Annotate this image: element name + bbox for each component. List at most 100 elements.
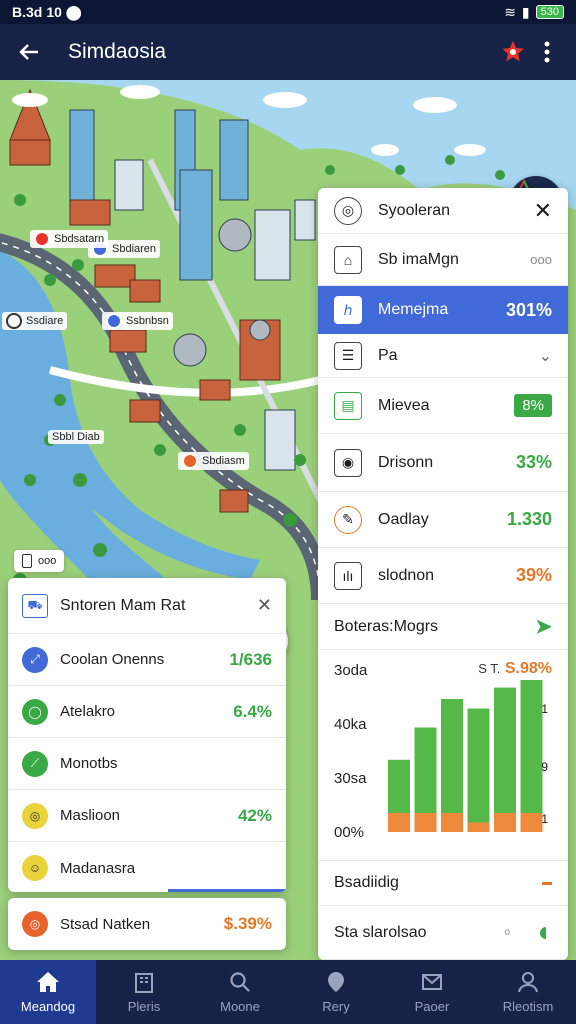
dropdown-row[interactable]: ☰ Pa ⌄ <box>318 334 568 378</box>
list-item-label: Pa <box>378 346 398 364</box>
bar-segment-base <box>388 813 410 832</box>
map-pin-label: Sbdiaren <box>112 243 157 255</box>
bar-right-label: 9 <box>541 760 548 774</box>
map-pin-label: Sbdsatarn <box>54 233 105 245</box>
nav-item-label: Rery <box>322 998 350 1014</box>
list-item-selected[interactable]: ℎ Memejma 301% <box>318 286 568 334</box>
list-item[interactable]: ◉ Drisonn 33% <box>318 434 568 492</box>
status-carrier: 10 <box>46 4 62 20</box>
map-pin-5[interactable]: Sbbl Diab <box>48 430 104 444</box>
list-item[interactable]: ✎ Oadlay 1.330 <box>318 492 568 548</box>
map-pin-label: Sbdiasm <box>202 455 245 467</box>
list-item-label: Memejma <box>378 301 449 318</box>
map-pin-2[interactable]: Ssbnbsn <box>102 312 173 330</box>
bar-segment-top <box>414 727 437 813</box>
bar-segment-top <box>494 687 516 813</box>
list-item[interactable]: Bsadiidig <box>318 860 568 906</box>
list-item[interactable]: ◯ Atelakro 6.4% <box>8 686 286 738</box>
bar-chart: 3oda 40ka 30sa 00% S T. S.98% 1 9 1 <box>318 650 568 860</box>
bar-segment-base <box>520 813 543 832</box>
map-pin-label: Ssdiare <box>26 315 64 327</box>
bar-right-label: 1 <box>541 702 548 716</box>
leaf-icon: ⤢ <box>22 646 48 673</box>
bar-right-label: 1 <box>541 812 548 826</box>
camera-icon: ◉ <box>334 448 362 477</box>
nav-item-map[interactable]: Rery <box>288 960 384 1024</box>
toggle-icon[interactable] <box>540 926 552 939</box>
user-icon <box>518 971 538 992</box>
list-item[interactable]: ılı slodnon 39% <box>318 548 568 604</box>
map-pin-6[interactable]: Sbdsatarn <box>30 230 109 248</box>
nav-item-label: Paoer <box>414 998 450 1014</box>
close-icon[interactable]: ✕ <box>257 595 272 616</box>
favorite-button[interactable] <box>496 35 530 69</box>
bar-segment-top <box>388 759 410 813</box>
status-bar: B.3d 10 ⬤ ≋ ▮ 530 <box>0 0 576 24</box>
list-item[interactable]: ◎ Stsad Natken $.39% <box>8 898 286 950</box>
progress-indicator <box>542 881 552 885</box>
target-icon: ◎ <box>22 911 48 937</box>
document-icon: ▤ <box>334 391 362 420</box>
list-item-label: Sta slarolsao <box>334 923 427 941</box>
list-item[interactable]: ⟋ Monotbs <box>8 738 286 790</box>
map-pin-label: Sbbl Diab <box>52 431 100 443</box>
summary-panel: ⛟ Sntoren Mam Rat ✕ ⤢ Coolan Onenns 1/63… <box>8 578 286 892</box>
list-item[interactable]: Sta slarolsao o <box>318 906 568 960</box>
map-pin-3[interactable]: Ssdiare <box>2 312 68 330</box>
list-item[interactable]: ◎ Maslioon 42% <box>8 790 286 842</box>
cart-icon: ⛟ <box>22 593 48 618</box>
list-item-label: Oadlay <box>378 510 429 528</box>
bar-segment-top <box>520 680 543 813</box>
list-item[interactable]: ☺ Madanasra <box>8 842 286 892</box>
arrow-left-icon <box>19 44 38 60</box>
bar-segment-top <box>441 699 463 813</box>
map-pin-dot <box>182 453 198 469</box>
nav-item-places[interactable]: Pleris <box>96 960 192 1024</box>
nav-item-profile[interactable]: Rleotism <box>480 960 576 1024</box>
list-item-value: ooo <box>530 252 552 267</box>
list-item-value: 8% <box>514 394 552 417</box>
list-item[interactable]: ⤢ Coolan Onenns 1/636 <box>8 634 286 686</box>
list-item-label: Sb imaMgn <box>378 250 459 268</box>
list-item-label: Mievea <box>378 396 430 414</box>
bar-chart-icon: ılı <box>334 561 362 590</box>
nav-item-search[interactable]: Moone <box>192 960 288 1024</box>
nav-item-home[interactable]: Meandog <box>0 960 96 1024</box>
bar-segment-base <box>441 813 463 832</box>
edit-icon: ✎ <box>334 505 362 534</box>
send-icon <box>422 973 442 990</box>
panel-title: Sntoren Mam Rat <box>60 596 186 614</box>
panel-header: ◎ Syooleran ✕ <box>318 188 568 234</box>
close-icon[interactable]: ✕ <box>534 198 552 224</box>
bar-chart-plot <box>388 680 543 832</box>
coin-icon: ◎ <box>22 802 48 829</box>
wifi-icon: ≋ <box>504 3 516 20</box>
nav-item-paper[interactable]: Paoer <box>384 960 480 1024</box>
map-tag[interactable]: ooo <box>14 550 65 572</box>
info-icon: ◎ <box>334 196 362 225</box>
list-item-value: $.39% <box>223 914 272 933</box>
bar-segment-base <box>494 813 516 832</box>
nav-item-label: Moone <box>220 998 260 1014</box>
bottom-navigation: Meandog Pleris Moone Rery Paoer Rleotism <box>0 960 576 1024</box>
more-options-button[interactable] <box>530 35 564 69</box>
leaf-icon: ⟋ <box>22 750 48 777</box>
back-button[interactable] <box>12 35 46 69</box>
details-panel: ◎ Syooleran ✕ ⌂ Sb imaMgn ooo ℎ Memejma … <box>318 188 568 960</box>
list-item-label: Maslioon <box>60 807 121 824</box>
section-header[interactable]: Boteras:Mogrs ➤ <box>318 604 568 650</box>
nav-item-label: Meandog <box>20 998 76 1014</box>
list-item[interactable]: ⌂ Sb imaMgn ooo <box>318 234 568 286</box>
status-time: B.3d <box>12 4 43 20</box>
map-pin-label: Ssbnbsn <box>126 315 169 327</box>
list-item-label: Monotbs <box>60 755 118 772</box>
list-item-value: o <box>504 927 510 938</box>
map-pin-dot <box>6 313 22 329</box>
search-icon <box>230 971 250 992</box>
list-item-value: 301% <box>505 299 552 320</box>
list-icon: ☰ <box>334 341 362 370</box>
fast-forward-icon: ➤ <box>535 616 552 638</box>
list-item-label: Madanasra <box>60 859 136 877</box>
list-item[interactable]: ▤ Mievea 8% <box>318 378 568 434</box>
map-pin-4[interactable]: Sbdiasm <box>178 452 249 470</box>
